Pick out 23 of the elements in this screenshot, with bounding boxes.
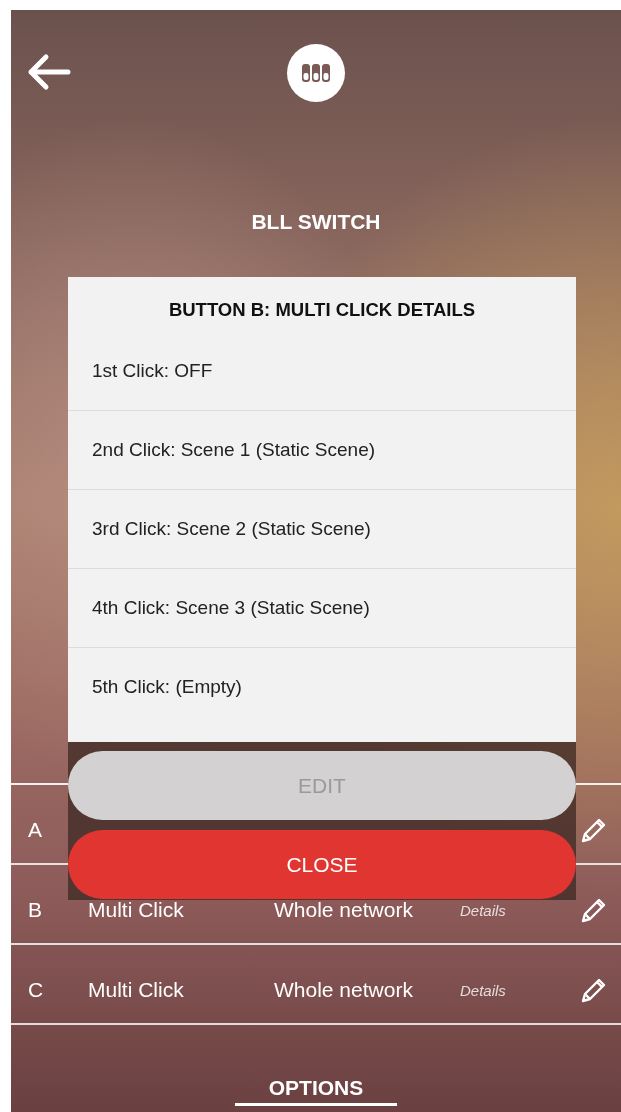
device-title: BLL SWITCH: [250, 209, 382, 235]
destination-text: Whole network: [274, 898, 414, 922]
pencil-icon[interactable]: [580, 896, 608, 924]
click-action-item: 4th Click: Scene 3 (Static Scene): [68, 569, 576, 648]
button-letter: A: [28, 818, 43, 842]
click-action-item: 1st Click: OFF: [68, 332, 576, 411]
function-text: Multi Click: [88, 978, 185, 1002]
button-letter: B: [28, 898, 43, 922]
click-action-item: 2nd Click: Scene 1 (Static Scene): [68, 411, 576, 490]
details-link[interactable]: Details: [460, 981, 568, 999]
pencil-icon[interactable]: [580, 816, 608, 844]
pencil-icon[interactable]: [580, 976, 608, 1004]
details-link[interactable]: Details: [460, 901, 568, 919]
button-letter: C: [28, 978, 45, 1002]
click-action-item: 5th Click: (Empty): [91, 675, 243, 699]
dialog-title: BUTTON B: MULTI CLICK DETAILS: [167, 298, 477, 322]
switch-icon: [287, 43, 345, 102]
options-tab[interactable]: OPTIONS: [234, 1076, 398, 1106]
close-button[interactable]: CLOSE: [68, 830, 576, 899]
function-text: Multi Click: [88, 898, 185, 922]
click-action-item: 3rd Click: Scene 2 (Static Scene): [68, 490, 576, 569]
destination-text: Whole network: [274, 978, 414, 1002]
back-arrow-icon[interactable]: [26, 53, 72, 91]
